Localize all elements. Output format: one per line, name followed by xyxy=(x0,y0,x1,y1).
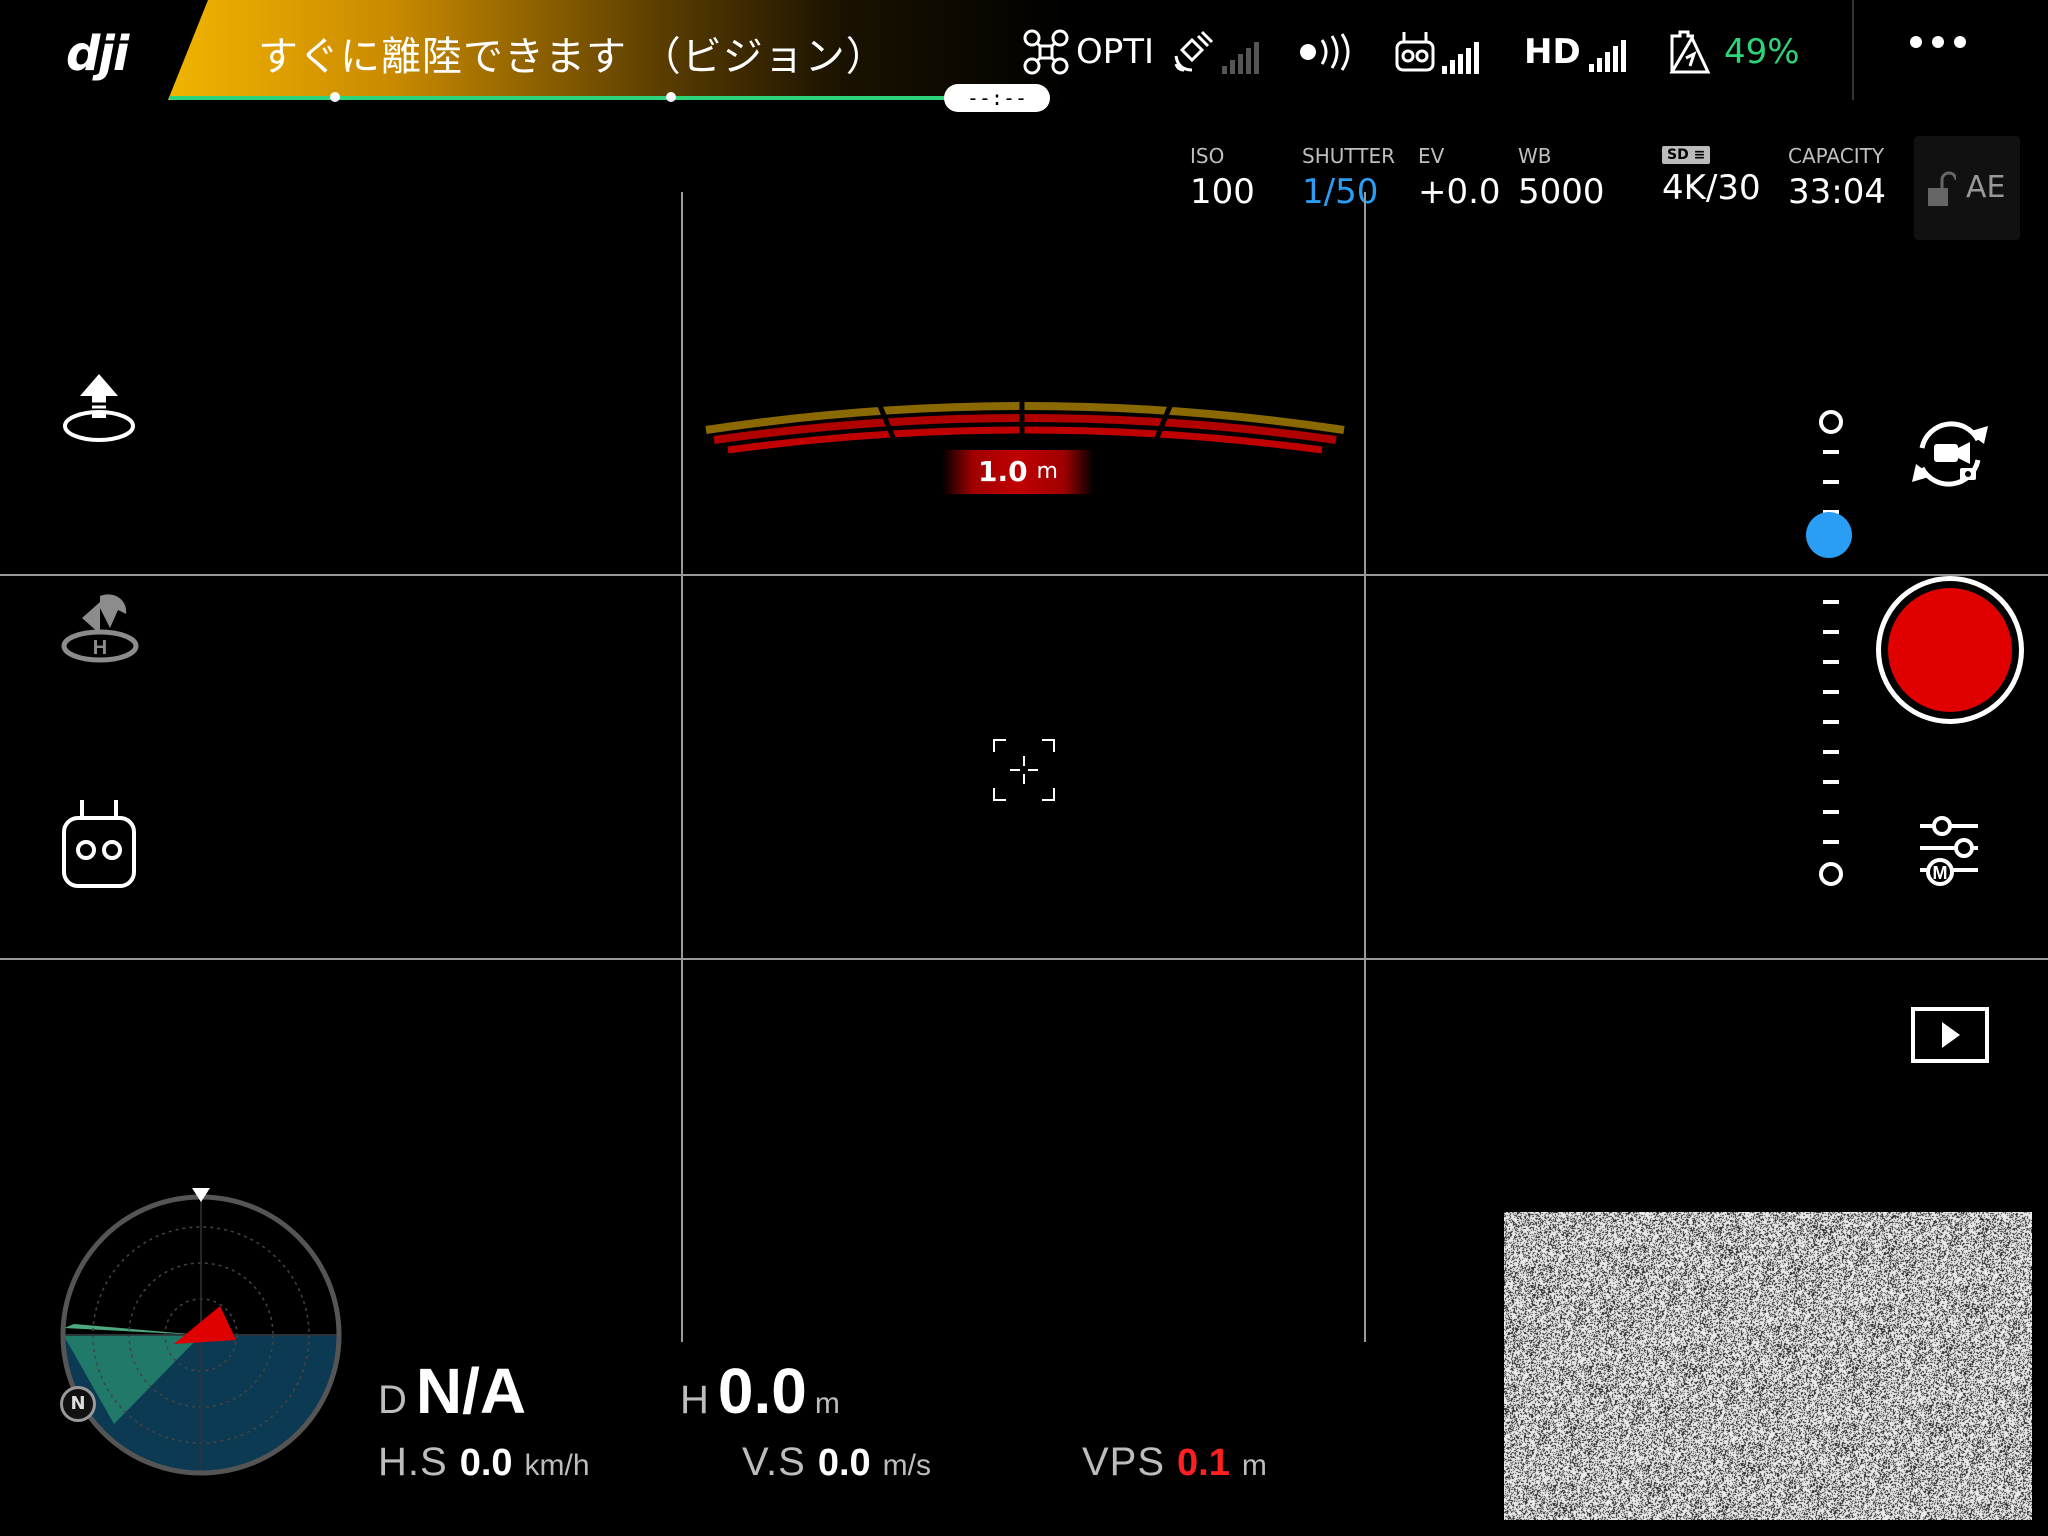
focus-reticle-icon[interactable] xyxy=(992,738,1056,802)
unlock-icon xyxy=(1928,171,1956,206)
top-divider xyxy=(1852,0,1854,100)
takeoff-icon xyxy=(63,374,135,442)
remote-controller-settings-button[interactable] xyxy=(60,796,138,896)
battery-icon xyxy=(1669,30,1711,74)
hd-label: HD xyxy=(1524,32,1581,72)
svg-text:M: M xyxy=(1933,863,1948,883)
grid-line-vertical xyxy=(1364,192,1366,1342)
height-label: H xyxy=(680,1378,710,1422)
grid-line-horizontal xyxy=(0,958,2048,960)
vertical-speed-readout: V.S 0.0 m/s xyxy=(742,1440,931,1484)
record-button-fill[interactable] xyxy=(1888,588,2012,712)
photo-video-toggle-button[interactable] xyxy=(1904,412,1996,500)
progress-marker xyxy=(330,92,340,102)
ae-lock-button[interactable]: AE xyxy=(1914,136,2020,240)
return-home-icon: H xyxy=(61,594,139,663)
flight-status-text: すぐに離陸できます （ビジョン） xyxy=(258,34,887,80)
height-unit: m xyxy=(814,1387,840,1420)
more-icon xyxy=(1932,36,1944,48)
camera-settings-bar[interactable]: ISO 100 SHUTTER 1/50 EV +0.0 WB 5000 SD … xyxy=(1188,144,1900,224)
horizontal-speed-readout: H.S 0.0 km/h xyxy=(378,1440,590,1484)
satellite-icon xyxy=(1174,30,1214,72)
battery-status[interactable]: 49% xyxy=(1668,28,1800,76)
progress-marker xyxy=(666,92,676,102)
remote-controller-icon xyxy=(1395,32,1435,72)
rc-signal-status[interactable] xyxy=(1394,30,1479,74)
playback-button[interactable] xyxy=(1910,1006,1990,1068)
more-icon xyxy=(1910,36,1922,48)
vision-signal-icon xyxy=(1300,33,1350,71)
ae-label: AE xyxy=(1966,170,2006,205)
flight-time-pill: --:-- xyxy=(944,84,1050,112)
auto-takeoff-button[interactable] xyxy=(60,370,138,454)
dji-logo[interactable]: dji xyxy=(66,26,129,82)
grid-line-vertical xyxy=(681,192,683,1342)
svg-text:H: H xyxy=(93,637,107,659)
wb-setting: WB 5000 xyxy=(1518,144,1605,212)
shutter-setting: SHUTTER 1/50 xyxy=(1302,144,1395,212)
capacity-setting: CAPACITY 33:04 xyxy=(1788,144,1886,212)
more-menu-button[interactable] xyxy=(1910,36,1966,48)
vision-positioning-status[interactable] xyxy=(1298,32,1360,76)
distance-label: D xyxy=(378,1378,408,1422)
obstacle-distance-readout: 1.0 m xyxy=(942,450,1094,494)
attitude-compass[interactable] xyxy=(54,1188,348,1482)
camera-settings-button[interactable]: M xyxy=(1916,814,1986,892)
video-signal-status[interactable]: HD xyxy=(1524,32,1626,72)
gimbal-zoom-slider[interactable] xyxy=(1806,410,1852,886)
remote-controller-icon xyxy=(62,800,136,888)
more-icon xyxy=(1954,36,1966,48)
gps-signal-bars xyxy=(1222,40,1259,74)
flight-mode-label: OPTI xyxy=(1076,32,1155,72)
switch-camera-icon xyxy=(1912,421,1988,487)
aircraft-status[interactable]: OPTI xyxy=(1022,28,1154,76)
map-preview[interactable] xyxy=(1504,1212,2032,1520)
slider-handle[interactable] xyxy=(1806,512,1852,558)
iso-setting: ISO 100 xyxy=(1190,144,1255,212)
video-signal-bars xyxy=(1588,38,1626,72)
gps-status[interactable] xyxy=(1172,30,1259,74)
return-to-home-button[interactable]: H xyxy=(60,588,140,672)
height-value: 0.0 xyxy=(717,1355,807,1427)
sliders-icon: M xyxy=(1920,816,1978,886)
aircraft-icon xyxy=(1023,29,1069,75)
sd-card-icon: SD ≡ xyxy=(1662,146,1711,164)
static-noise-canvas xyxy=(1504,1212,2032,1520)
north-indicator: N xyxy=(60,1386,96,1422)
resolution-setting: SD ≡ 4K/30 xyxy=(1662,146,1761,208)
height-readout: H 0.0 m xyxy=(680,1354,840,1428)
vps-height-readout: VPS 0.1 m xyxy=(1082,1440,1267,1484)
distance-readout: D N/A xyxy=(378,1354,526,1428)
play-icon xyxy=(1911,1007,1989,1063)
battery-percent: 49% xyxy=(1724,32,1800,72)
distance-value: N/A xyxy=(415,1355,527,1427)
status-progress-line xyxy=(170,96,960,100)
grid-line-horizontal xyxy=(0,574,2048,576)
ev-setting: EV +0.0 xyxy=(1418,144,1501,212)
slider-ticks xyxy=(1819,410,1843,886)
rc-signal-bars xyxy=(1442,40,1479,74)
